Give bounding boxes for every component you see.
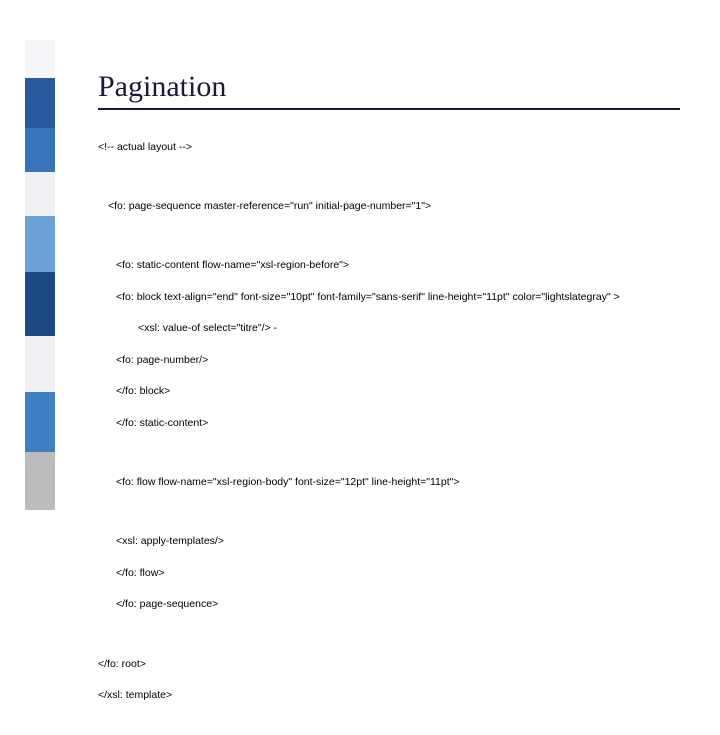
code-line: <xsl: apply-templates/>	[116, 534, 680, 550]
decorative-sidebar	[25, 40, 55, 510]
sidebar-segment	[25, 40, 55, 78]
sidebar-segment	[25, 336, 55, 392]
slide-content: Pagination <!-- actual layout --> <fo: p…	[98, 70, 680, 735]
sidebar-segment	[25, 272, 55, 336]
sidebar-segment	[25, 172, 55, 216]
code-line: <fo: flow flow-name="xsl-region-body" fo…	[116, 475, 680, 491]
sidebar-segment	[25, 78, 55, 128]
code-line: </fo: flow>	[116, 566, 680, 582]
code-line: </fo: block>	[116, 384, 680, 400]
code-line: <fo: block text-align="end" font-size="1…	[116, 290, 680, 306]
code-line: </fo: static-content>	[116, 416, 680, 432]
code-line: <!-- actual layout -->	[98, 140, 680, 156]
code-line: <fo: static-content flow-name="xsl-regio…	[116, 258, 680, 274]
code-line: <fo: page-number/>	[116, 353, 680, 369]
code-line: <xsl: value-of select="titre"/> -	[138, 321, 680, 337]
code-line: </fo: page-sequence>	[116, 597, 680, 613]
code-line: </fo: root>	[98, 657, 680, 673]
sidebar-segment	[25, 392, 55, 452]
slide: Pagination <!-- actual layout --> <fo: p…	[0, 0, 720, 540]
sidebar-segment	[25, 452, 55, 510]
code-block: <!-- actual layout --> <fo: page-sequenc…	[98, 124, 680, 735]
code-line: </xsl: template>	[98, 688, 680, 704]
sidebar-segment	[25, 216, 55, 272]
slide-title: Pagination	[98, 70, 680, 110]
code-line: <fo: page-sequence master-reference="run…	[108, 199, 680, 215]
sidebar-segment	[25, 128, 55, 172]
